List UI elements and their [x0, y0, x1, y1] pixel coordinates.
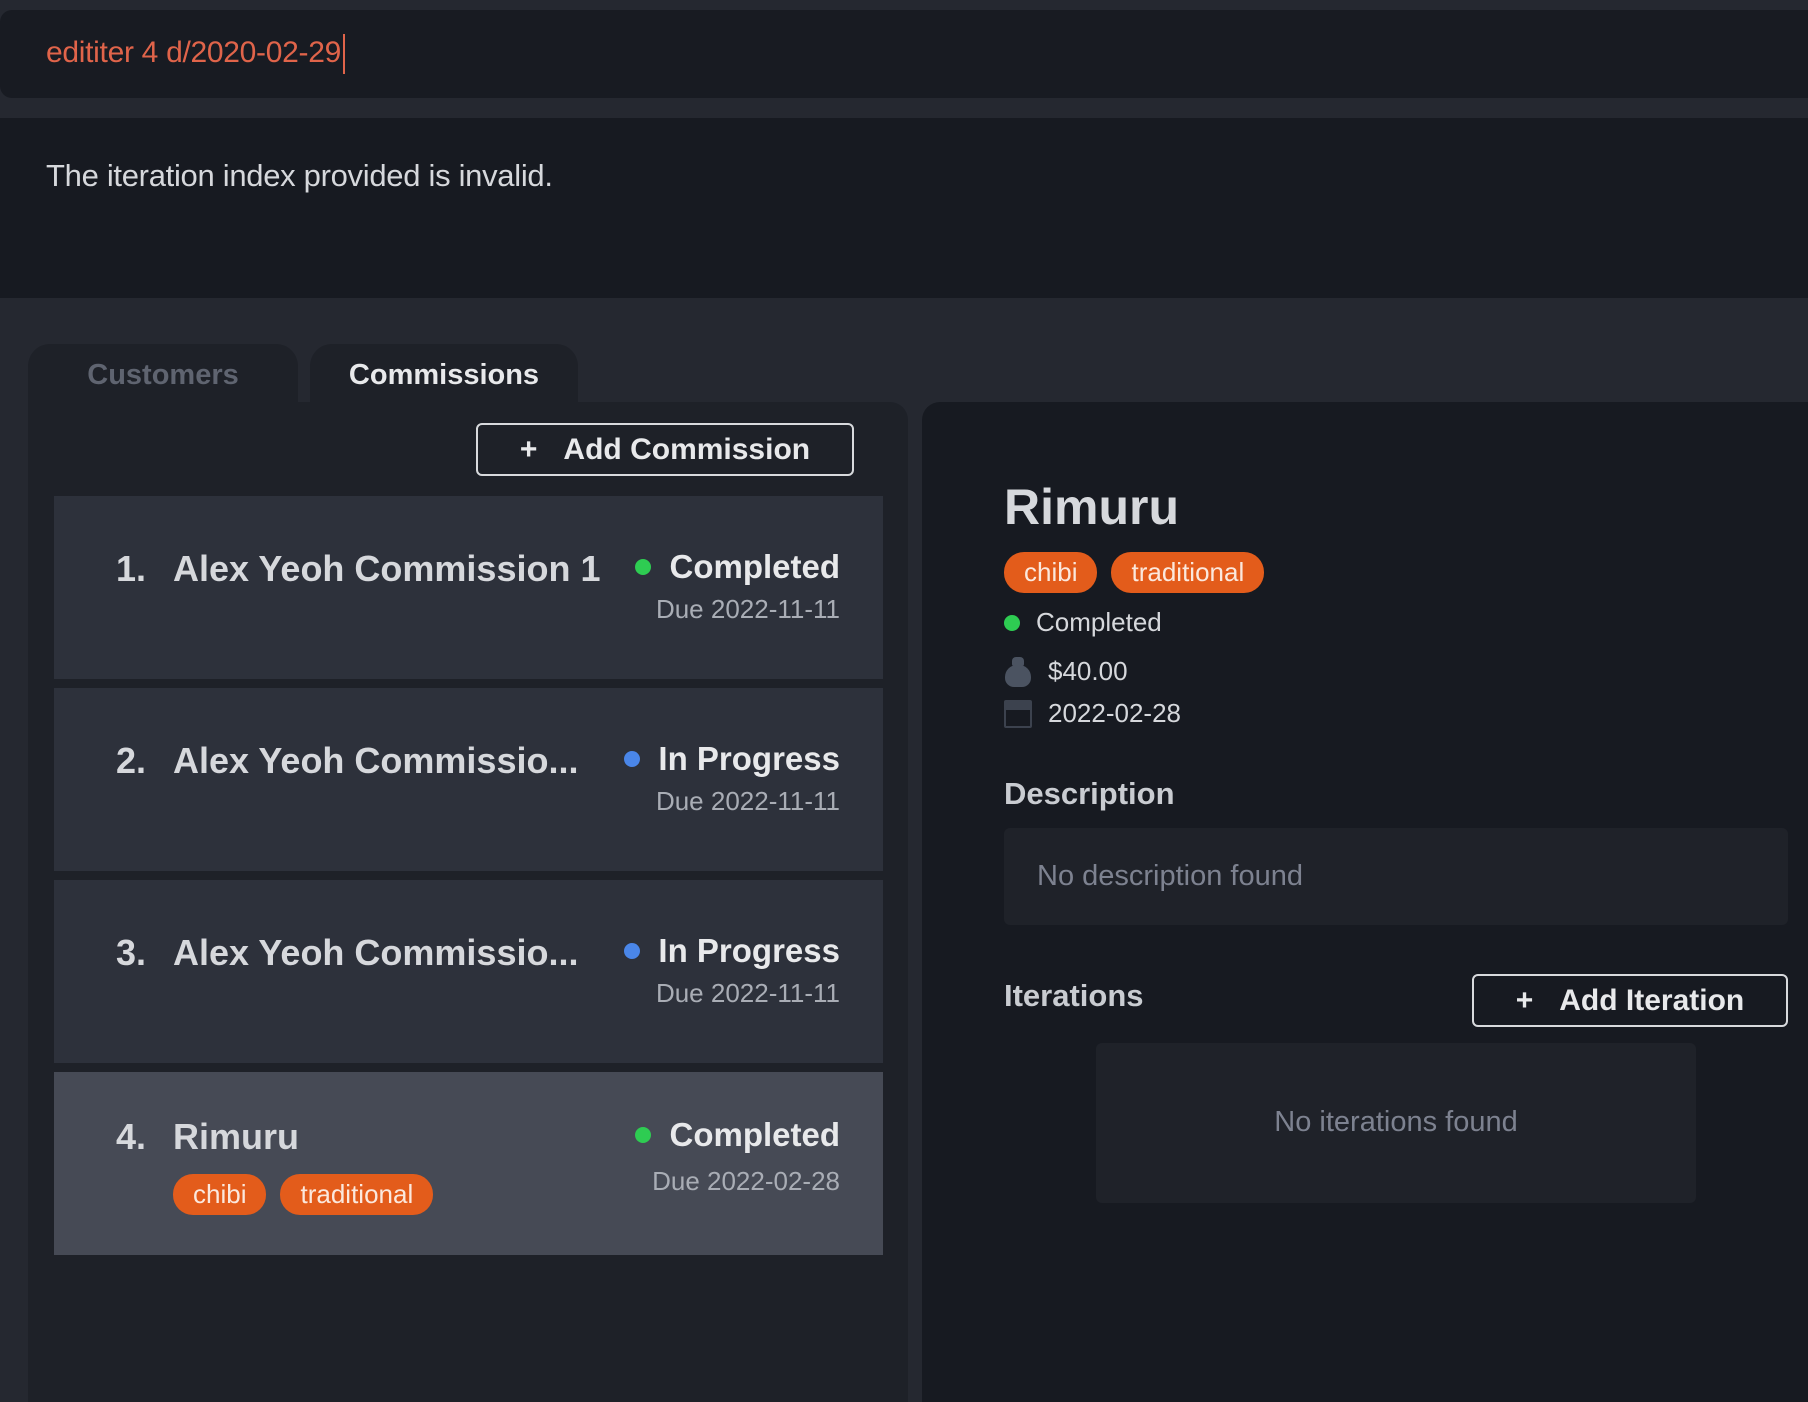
commission-status: In Progress — [624, 932, 840, 970]
commission-status-label: Completed — [669, 548, 840, 585]
result-message: The iteration index provided is invalid. — [46, 158, 553, 193]
status-dot-icon — [1004, 614, 1020, 631]
calendar-icon — [1004, 699, 1032, 728]
tab-customers[interactable]: Customers — [28, 344, 298, 404]
text-caret — [343, 34, 345, 74]
status-dot-icon — [624, 943, 641, 959]
tab-commissions[interactable]: Commissions — [310, 344, 578, 404]
commission-title: Alex Yeoh Commissio... — [173, 740, 579, 781]
add-commission-button[interactable]: + Add Commission — [476, 423, 854, 476]
commission-card[interactable]: 3. Alex Yeoh Commissio... In Progress Du… — [54, 880, 883, 1063]
detail-title: Rimuru — [1004, 479, 1179, 535]
commission-title: Rimuru — [173, 1116, 299, 1157]
tag-traditional: traditional — [1111, 552, 1265, 593]
commission-due: Due 2022-02-28 — [652, 1166, 840, 1196]
result-display: The iteration index provided is invalid. — [0, 118, 1808, 298]
command-input[interactable]: edititer 4 d/2020-02-29 — [46, 36, 341, 70]
status-dot-icon — [624, 751, 641, 767]
commission-card[interactable]: 1. Alex Yeoh Commission 1 Completed Due … — [54, 496, 883, 679]
commission-due: Due 2022-11-11 — [655, 786, 840, 816]
detail-deadline: 2022-02-28 — [1004, 698, 1181, 729]
add-iteration-label: Add Iteration — [1559, 983, 1745, 1017]
tag-traditional: traditional — [280, 1174, 434, 1215]
detail-deadline-value: 2022-02-28 — [1048, 698, 1181, 728]
plus-icon: + — [1515, 983, 1534, 1017]
status-dot-icon — [635, 559, 652, 575]
iterations-list: No iterations found — [1096, 1043, 1696, 1203]
commission-card[interactable]: 2. Alex Yeoh Commissio... In Progress Du… — [54, 688, 883, 871]
commission-status: In Progress — [624, 740, 840, 778]
commission-status: Completed — [635, 1116, 840, 1154]
detail-status-label: Completed — [1036, 607, 1162, 637]
commission-due: Due 2022-11-11 — [655, 978, 840, 1008]
detail-price: $40.00 — [1004, 656, 1128, 687]
detail-tags: chibi traditional — [1004, 552, 1265, 593]
description-heading: Description — [1004, 776, 1175, 811]
tag-chibi: chibi — [1004, 552, 1098, 593]
commission-status-label: In Progress — [658, 740, 840, 777]
money-bag-icon — [1004, 656, 1032, 687]
status-dot-icon — [635, 1127, 652, 1143]
tag-chibi: chibi — [173, 1174, 267, 1215]
window-top-strip — [0, 0, 1808, 10]
commission-tags: chibi traditional — [173, 1174, 434, 1215]
commission-status-label: Completed — [669, 1116, 840, 1153]
description-box: No description found — [1004, 828, 1788, 925]
add-commission-label: Add Commission — [563, 432, 811, 466]
commission-card-selected[interactable]: 4. Rimuru chibi traditional Completed Du… — [54, 1072, 883, 1255]
description-text: No description found — [1037, 860, 1303, 892]
detail-price-value: $40.00 — [1048, 656, 1128, 686]
add-iteration-button[interactable]: + Add Iteration — [1472, 974, 1788, 1027]
plus-icon: + — [519, 432, 538, 466]
commission-index: 1. — [116, 548, 147, 589]
commission-due: Due 2022-11-11 — [655, 594, 840, 624]
commission-status-label: In Progress — [658, 932, 840, 969]
commission-title: Alex Yeoh Commissio... — [173, 932, 579, 973]
commission-status: Completed — [635, 548, 840, 586]
command-input-box[interactable]: edititer 4 d/2020-02-29 — [0, 10, 1808, 98]
detail-status: Completed — [1004, 607, 1162, 638]
commission-index: 2. — [116, 740, 147, 781]
iterations-heading: Iterations — [1004, 978, 1144, 1013]
commission-index: 3. — [116, 932, 147, 973]
iterations-empty-text: No iterations found — [1274, 1106, 1518, 1138]
commission-index: 4. — [116, 1116, 147, 1157]
commission-title: Alex Yeoh Commission 1 — [173, 548, 601, 589]
